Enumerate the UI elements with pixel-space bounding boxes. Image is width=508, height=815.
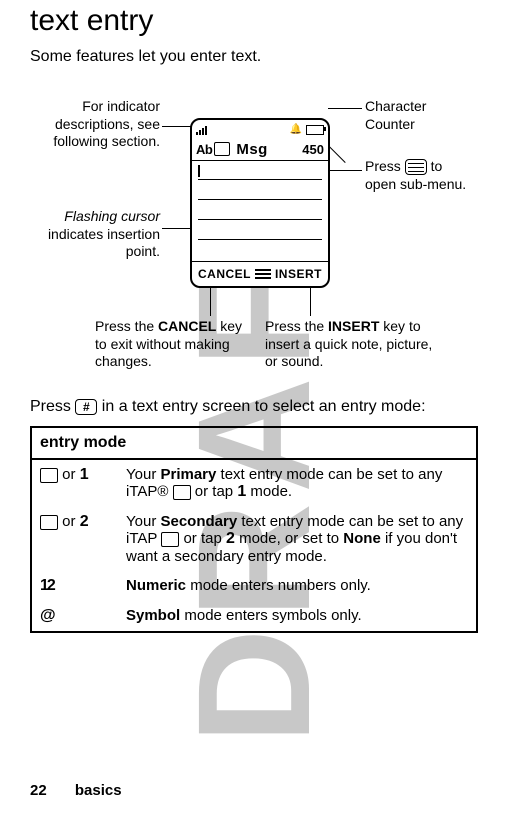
cell-text: mode. [246, 483, 292, 500]
leader-line [210, 288, 211, 316]
hash-key-icon: # [75, 399, 97, 415]
or-text: or [58, 466, 80, 483]
callout-submenu: Press to open sub-menu. [365, 158, 475, 193]
phone-diagram: For indicator descriptions, see followin… [30, 78, 478, 378]
intro-text: Some features let you enter text. [30, 48, 478, 66]
numeric-icon: 12 [40, 577, 54, 594]
itap-icon [173, 485, 191, 500]
itap-icon [214, 142, 230, 156]
cell-bold: Primary [160, 466, 216, 483]
callout-insert: Press the INSERT key to insert a quick n… [265, 318, 445, 371]
itap-secondary-icon [40, 515, 58, 530]
page-footer: 22 basics [30, 782, 122, 799]
cell-text: Your [126, 466, 160, 483]
cell-text: mode, or set to [235, 530, 343, 547]
title-bar: Ab Msg 450 [192, 138, 328, 160]
cell-text: mode enters numbers only. [186, 577, 371, 594]
cursor-icon [198, 165, 200, 177]
entry-mode-table: entry mode or 1 Your Primary text entry … [30, 426, 478, 633]
itap-primary-icon [40, 468, 58, 483]
cell-text: Your [126, 513, 160, 530]
symbol-icon: @ [40, 607, 56, 624]
entry-mode-instruction: Press # in a text entry screen to select… [30, 398, 478, 416]
instruction-post: in a text entry screen to select an entr… [97, 398, 425, 415]
cell-bold: Secondary [160, 513, 237, 530]
callout-counter: Character Counter [365, 98, 475, 133]
callout-cursor: Flashing cursor indicates insertion poin… [30, 208, 160, 261]
leader-line [328, 108, 362, 109]
cell-bold: None [343, 530, 381, 547]
callout-submenu-pre: Press [365, 158, 405, 174]
menu-key-icon [405, 159, 427, 175]
table-header: entry mode [31, 427, 477, 459]
signal-icon [196, 125, 207, 135]
itap-icon [161, 532, 179, 547]
table-row: 12 Numeric mode enters numbers only. [31, 571, 477, 601]
ring-icon: 🔔 [290, 125, 302, 135]
right-softkey: INSERT [275, 267, 322, 281]
page-number: 22 [30, 782, 47, 799]
leader-line [328, 145, 346, 163]
mode-indicator: Ab [196, 142, 212, 157]
callout-insert-label: INSERT [328, 318, 379, 334]
status-bar: 🔔 [192, 120, 328, 138]
callout-cancel-pre: Press the [95, 318, 158, 334]
tap-1-icon: 1 [80, 466, 89, 483]
tap-2-icon: 2 [80, 513, 89, 530]
callout-insert-pre: Press the [265, 318, 328, 334]
callout-cancel: Press the CANCEL key to exit without mak… [95, 318, 255, 371]
cell-bold: Symbol [126, 607, 180, 624]
cell-text: or tap [191, 483, 238, 500]
tap-icon: 1 [237, 483, 246, 500]
callout-cursor-italic: Flashing cursor [64, 208, 160, 224]
cell-text: mode enters symbols only. [180, 607, 361, 624]
page-title: text entry [30, 4, 478, 38]
char-counter: 450 [302, 142, 324, 157]
callout-indicator: For indicator descriptions, see followin… [30, 98, 160, 151]
table-row: or 2 Your Secondary text entry mode can … [31, 507, 477, 571]
table-row: or 1 Your Primary text entry mode can be… [31, 459, 477, 507]
screen-title: Msg [230, 141, 302, 158]
callout-cancel-label: CANCEL [158, 318, 216, 334]
left-softkey: CANCEL [198, 267, 251, 281]
or-text: or [58, 513, 80, 530]
battery-icon [306, 125, 324, 135]
tap-icon: 2 [226, 530, 235, 547]
softkey-bar: CANCEL INSERT [192, 262, 328, 286]
menu-softkey-icon [255, 269, 271, 279]
cell-text: or tap [179, 530, 226, 547]
table-row: @ Symbol mode enters symbols only. [31, 601, 477, 632]
instruction-pre: Press [30, 398, 75, 415]
cell-bold: Numeric [126, 577, 186, 594]
section-name: basics [75, 782, 122, 799]
callout-cursor-rest: indicates insertion point. [48, 226, 160, 260]
text-area [192, 160, 328, 262]
phone-screen: 🔔 Ab Msg 450 CANCEL INSERT [190, 118, 330, 288]
leader-line [310, 288, 311, 316]
